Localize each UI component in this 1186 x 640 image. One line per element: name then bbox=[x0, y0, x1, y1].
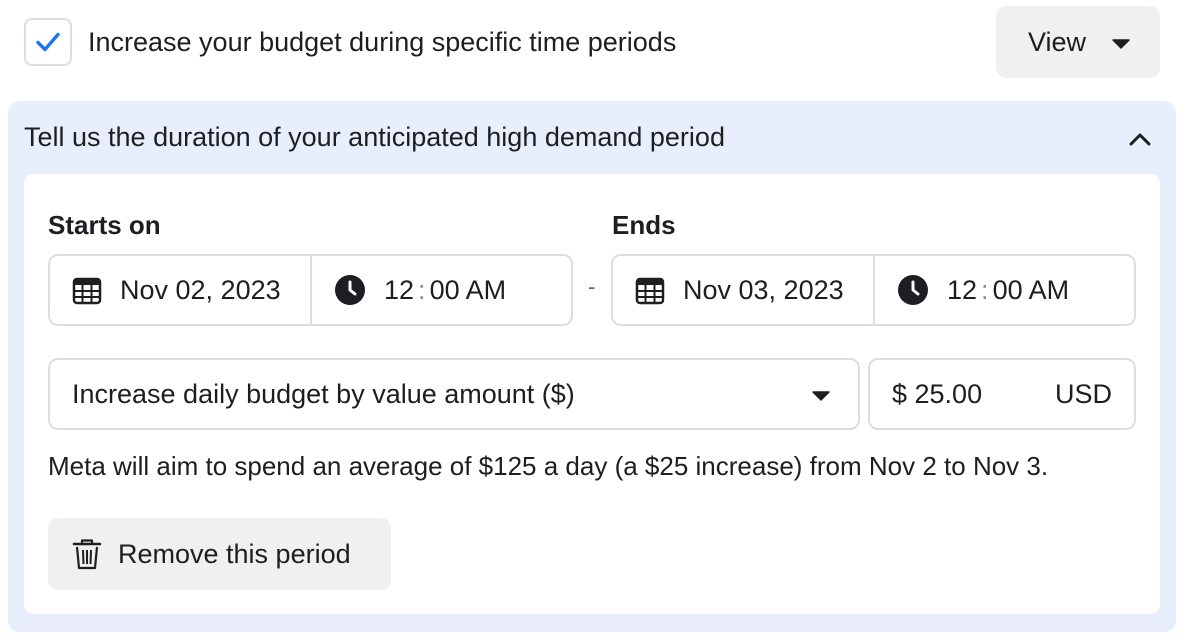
calendar-icon bbox=[72, 277, 102, 305]
increase-budget-label: Increase your budget during specific tim… bbox=[88, 27, 677, 57]
caret-down-icon bbox=[812, 391, 830, 401]
end-time-field[interactable]: 12:00 AM bbox=[875, 256, 1134, 324]
special-periods-row: Increase your budget during specific tim… bbox=[0, 0, 1186, 90]
start-datetime-group: Nov 02, 2023 12:00 AM bbox=[48, 254, 573, 326]
spend-estimate-text: Meta will aim to spend an average of $12… bbox=[48, 451, 1049, 481]
period-settings-card: Starts on Ends Nov 02, 2023 12: 00 AM -… bbox=[24, 174, 1160, 614]
end-time-value: 12:00 AM bbox=[947, 275, 1069, 306]
budget-increase-type-select[interactable]: Increase daily budget by value amount ($… bbox=[48, 358, 860, 430]
start-date-field[interactable]: Nov 02, 2023 bbox=[50, 256, 312, 324]
clock-icon bbox=[898, 275, 928, 305]
end-date-value: Nov 03, 2023 bbox=[683, 274, 844, 305]
start-date-value: Nov 02, 2023 bbox=[120, 274, 281, 305]
end-minute-ampm: 00 AM bbox=[992, 274, 1070, 305]
remove-period-button[interactable]: Remove this period bbox=[48, 518, 391, 590]
trash-icon bbox=[72, 539, 102, 570]
view-dropdown-button[interactable]: View bbox=[996, 6, 1160, 78]
start-hour: 12 bbox=[384, 274, 415, 305]
chevron-up-icon bbox=[1129, 133, 1151, 146]
budget-increase-type-value: Increase daily budget by value amount ($… bbox=[72, 378, 575, 409]
view-button-label: View bbox=[1028, 26, 1087, 57]
clock-icon bbox=[335, 275, 365, 305]
start-time-field[interactable]: 12:00 AM bbox=[312, 256, 571, 324]
amount-value: $ 25.00 bbox=[892, 378, 983, 409]
end-time-colon: : bbox=[981, 274, 989, 305]
currency-label: USD bbox=[1054, 378, 1112, 409]
checkmark-icon bbox=[36, 32, 60, 52]
remove-period-label: Remove this period bbox=[118, 538, 351, 569]
end-hour: 12 bbox=[947, 274, 978, 305]
end-datetime-group: Nov 03, 2023 12:00 AM bbox=[611, 254, 1136, 326]
start-minute-ampm: 00 AM bbox=[429, 274, 507, 305]
increase-budget-checkbox[interactable] bbox=[24, 18, 72, 66]
panel-title: Tell us the duration of your anticipated… bbox=[24, 122, 725, 152]
high-demand-period-panel: Tell us the duration of your anticipated… bbox=[8, 101, 1176, 632]
date-range-separator: - bbox=[588, 274, 596, 299]
calendar-icon bbox=[635, 277, 665, 305]
caret-down-icon bbox=[1112, 39, 1130, 49]
collapse-panel-button[interactable] bbox=[1122, 125, 1158, 153]
start-time-value: 12:00 AM bbox=[384, 275, 506, 306]
end-date-field[interactable]: Nov 03, 2023 bbox=[613, 256, 875, 324]
starts-on-label: Starts on bbox=[48, 210, 161, 240]
ends-label: Ends bbox=[612, 210, 676, 240]
start-time-colon: : bbox=[418, 274, 426, 305]
increase-amount-input[interactable]: $ 25.00 USD bbox=[868, 358, 1136, 430]
